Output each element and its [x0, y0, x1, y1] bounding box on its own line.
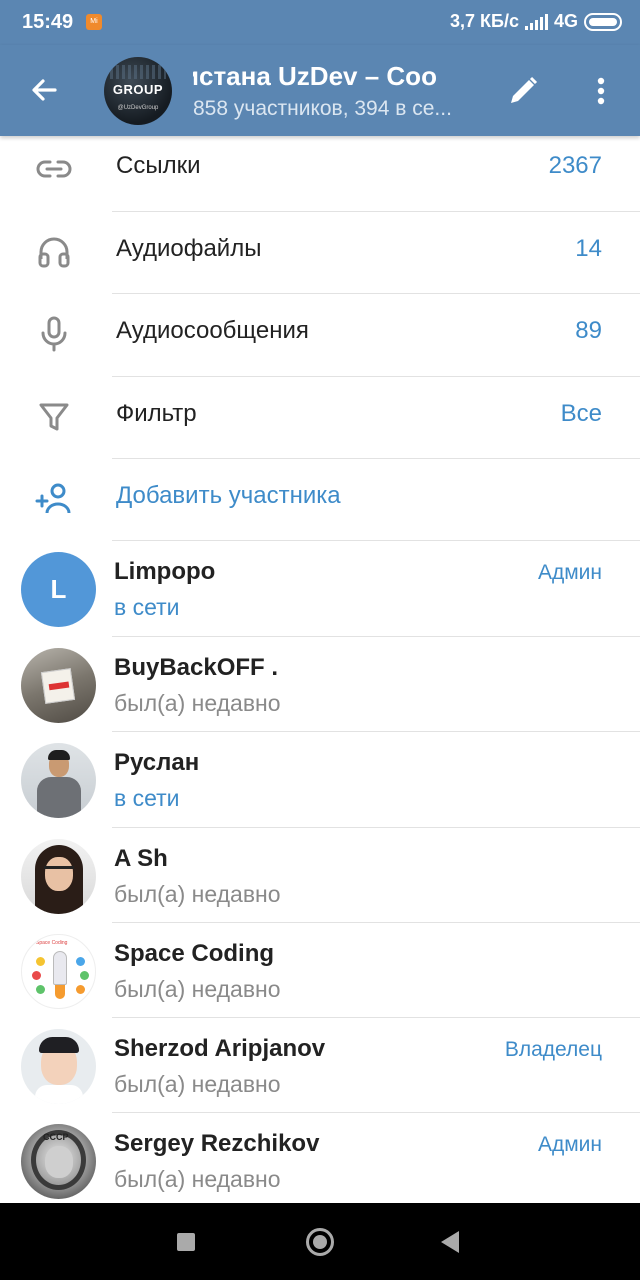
back-triangle-icon[interactable] — [441, 1231, 459, 1253]
group-avatar[interactable]: GROUP @UzDevGroup — [104, 57, 172, 125]
chat-title[interactable]: истана UzDev – Coo — [193, 61, 485, 93]
member-row[interactable]: Space Coding Space Coding был(а) недавно — [0, 923, 640, 1018]
member-status: в сети — [114, 785, 180, 811]
signal-icon — [524, 13, 548, 30]
status-time: 15:49 — [22, 11, 74, 33]
back-arrow-icon[interactable] — [25, 70, 65, 110]
audio-files-label: Аудиофайлы — [116, 235, 262, 262]
member-role: Админ — [537, 561, 602, 584]
battery-icon — [584, 12, 622, 31]
links-row[interactable]: Ссылки 2367 — [0, 129, 640, 211]
status-bar: 15:49 Mi 3,7 КБ/с 4G — [0, 0, 640, 45]
links-label: Ссылки — [116, 152, 201, 179]
chat-header: GROUP @UzDevGroup истана UzDev – Coo 858… — [0, 45, 640, 136]
avatar — [21, 743, 96, 818]
chat-title-text: истана UzDev – Coo — [193, 61, 437, 91]
avatar — [21, 648, 96, 723]
member-status: был(а) недавно — [114, 1166, 281, 1192]
member-role: Админ — [537, 1133, 602, 1156]
avatar — [21, 1029, 96, 1104]
member-name: Sherzod Aripjanov — [114, 1035, 326, 1062]
member-row[interactable]: Sherzod Aripjanov был(а) недавно Владеле… — [0, 1018, 640, 1113]
audio-files-count: 14 — [575, 235, 602, 262]
voice-messages-row[interactable]: Аудиосообщения 89 — [0, 294, 640, 376]
filter-value: Все — [560, 400, 602, 427]
avatar — [21, 839, 96, 914]
member-status: в сети — [114, 594, 180, 620]
system-nav-bar — [0, 1203, 640, 1280]
more-vertical-icon[interactable] — [585, 73, 617, 109]
avatar: L — [21, 552, 96, 627]
microphone-icon — [41, 316, 67, 352]
member-name: Limpopo — [114, 558, 216, 585]
chat-subtitle: 858 участников, 394 в се... — [193, 97, 452, 120]
member-name: Руслан — [114, 749, 200, 776]
member-name: Space Coding — [114, 940, 275, 967]
filter-row[interactable]: Фильтр Все — [0, 377, 640, 459]
add-member-button[interactable]: Добавить участника — [0, 459, 640, 541]
pencil-icon[interactable] — [505, 73, 541, 109]
link-icon — [36, 160, 72, 178]
avatar-pattern — [110, 65, 166, 79]
member-role: Владелец — [504, 1038, 602, 1061]
member-row[interactable]: L Limpopo в сети Админ — [0, 541, 640, 636]
notification-icon: Mi — [86, 14, 102, 30]
avatar: CCCP — [21, 1124, 96, 1199]
avatar-text: GROUP — [112, 82, 164, 97]
avatar-caption: CCCP — [43, 1132, 69, 1142]
add-member-label: Добавить участника — [116, 482, 341, 509]
add-user-icon — [35, 483, 71, 514]
member-status: был(а) недавно — [114, 976, 281, 1002]
member-row[interactable]: CCCP Sergey Rezchikov был(а) недавно Адм… — [0, 1113, 640, 1208]
member-name: BuyBackOFF . — [114, 654, 279, 681]
member-row[interactable]: A Sh был(а) недавно — [0, 828, 640, 923]
member-name: A Sh — [114, 845, 168, 872]
member-status: был(а) недавно — [114, 881, 281, 907]
voice-messages-label: Аудиосообщения — [116, 317, 309, 344]
links-count: 2367 — [548, 152, 602, 179]
avatar-caption: Space Coding — [36, 940, 68, 946]
network-speed: 3,7 КБ/с — [450, 11, 519, 31]
recents-icon[interactable] — [177, 1233, 195, 1251]
avatar: Space Coding — [21, 934, 96, 1009]
member-row[interactable]: BuyBackOFF . был(а) недавно — [0, 637, 640, 732]
member-status: был(а) недавно — [114, 690, 281, 716]
network-type: 4G — [553, 11, 578, 31]
avatar-subtext: @UzDevGroup — [117, 105, 159, 111]
voice-messages-count: 89 — [575, 317, 602, 344]
filter-label: Фильтр — [116, 400, 197, 427]
member-name: Sergey Rezchikov — [114, 1130, 320, 1157]
filter-icon — [39, 403, 69, 431]
member-row[interactable]: Руслан в сети — [0, 732, 640, 827]
audio-files-row[interactable]: Аудиофайлы 14 — [0, 212, 640, 294]
status-right: 3,7 КБ/с 4G — [450, 11, 622, 32]
member-status: был(а) недавно — [114, 1071, 281, 1097]
home-icon[interactable] — [306, 1228, 334, 1256]
headphones-icon — [38, 237, 70, 268]
